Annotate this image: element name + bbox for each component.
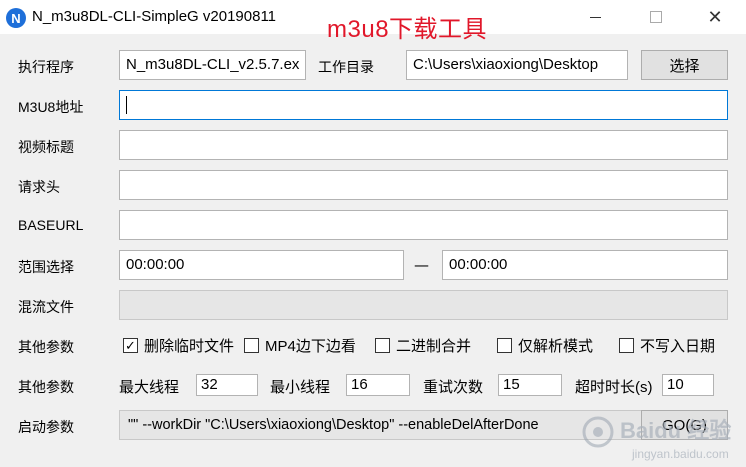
checkbox-label: 仅解析模式: [518, 338, 594, 355]
app-icon: N: [6, 8, 26, 28]
select-button[interactable]: 选择: [641, 50, 728, 80]
max-threads-label: 最大线程: [119, 379, 180, 396]
range-separator: —: [414, 256, 429, 274]
mux-label: 混流文件: [18, 299, 74, 315]
min-threads-input[interactable]: 16: [346, 374, 410, 396]
checkbox-no-date[interactable]: 不写入日期: [619, 335, 715, 356]
checkbox-mp4-watch[interactable]: MP4边下边看: [244, 335, 356, 356]
checkbox-unchecked-icon: [497, 338, 512, 353]
checkbox-unchecked-icon: [244, 338, 259, 353]
title-bar: N N_m3u8DL-CLI-SimpleG v20190811 m3u8下载工…: [0, 0, 746, 43]
params-label: 其他参数: [18, 379, 74, 395]
retry-input[interactable]: 15: [498, 374, 562, 396]
m3u8-input[interactable]: [119, 90, 728, 120]
text-caret: [126, 96, 127, 115]
title-label: 视频标题: [18, 139, 74, 155]
checkbox-delete-temp[interactable]: ✓ 删除临时文件: [123, 335, 234, 356]
minimize-button[interactable]: [572, 0, 618, 34]
mux-input: [119, 290, 728, 320]
exe-field[interactable]: N_m3u8DL-CLI_v2.5.7.ex: [119, 50, 306, 80]
watermark-text: Baidu 经验: [620, 418, 731, 443]
workdir-field[interactable]: C:\Users\xiaoxiong\Desktop: [406, 50, 628, 80]
overlay-title: m3u8下载工具: [327, 16, 488, 43]
maximize-button[interactable]: [633, 0, 679, 34]
headers-input[interactable]: [119, 170, 728, 200]
min-threads-label: 最小线程: [270, 379, 331, 396]
checkbox-unchecked-icon: [375, 338, 390, 353]
range-end-input[interactable]: 00:00:00: [442, 250, 728, 280]
exe-label: 执行程序: [18, 59, 74, 75]
video-title-input[interactable]: [119, 130, 728, 160]
launch-label: 启动参数: [18, 419, 74, 435]
launch-args-field: "" --workDir "C:\Users\xiaoxiong\Desktop…: [119, 410, 643, 440]
window-title: N_m3u8DL-CLI-SimpleG v20190811: [32, 8, 277, 25]
range-start-input[interactable]: 00:00:00: [119, 250, 404, 280]
headers-label: 请求头: [18, 179, 60, 195]
baseurl-label: BASEURL: [18, 217, 84, 233]
maximize-icon: [650, 11, 662, 23]
m3u8-label: M3U8地址: [18, 99, 84, 115]
baseurl-input[interactable]: [119, 210, 728, 240]
checkbox-label: MP4边下边看: [265, 338, 356, 355]
range-label: 范围选择: [18, 259, 74, 275]
checkbox-checked-icon: ✓: [123, 338, 138, 353]
close-button[interactable]: ✕: [692, 0, 738, 34]
workdir-label: 工作目录: [318, 59, 374, 75]
timeout-input[interactable]: 10: [662, 374, 714, 396]
minimize-icon: [589, 16, 601, 18]
close-icon: ✕: [707, 6, 723, 28]
checkbox-label: 二进制合并: [396, 338, 472, 355]
retry-label: 重试次数: [423, 379, 484, 396]
checkbox-label: 不写入日期: [640, 338, 716, 355]
timeout-label: 超时时长(s): [575, 379, 653, 396]
options-label: 其他参数: [18, 339, 74, 355]
checkbox-binary-merge[interactable]: 二进制合并: [375, 335, 471, 356]
watermark-url: jingyan.baidu.com: [631, 447, 729, 461]
checkbox-parse-only[interactable]: 仅解析模式: [497, 335, 593, 356]
baidu-watermark: Baidu 经验 jingyan.baidu.com: [582, 416, 731, 461]
checkbox-unchecked-icon: [619, 338, 634, 353]
max-threads-input[interactable]: 32: [196, 374, 258, 396]
checkbox-label: 删除临时文件: [144, 338, 235, 355]
